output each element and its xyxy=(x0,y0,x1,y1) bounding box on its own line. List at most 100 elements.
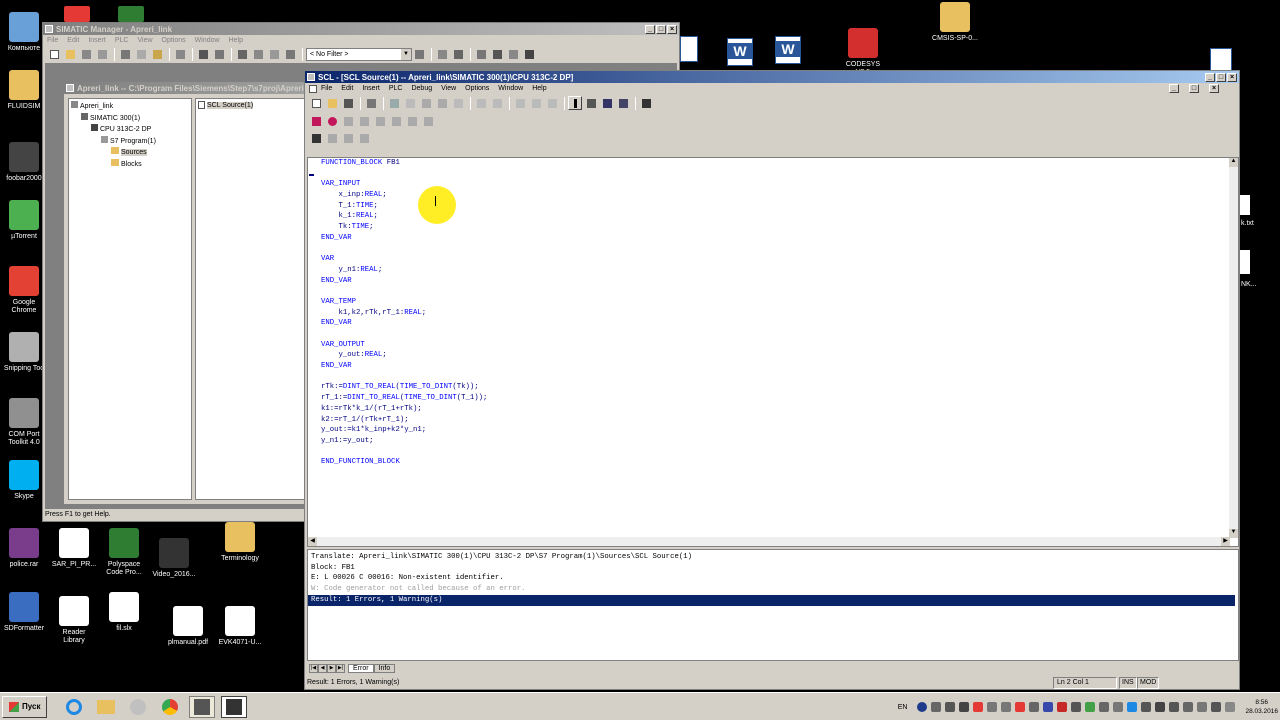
run-to-cursor-icon[interactable] xyxy=(421,114,435,128)
code-line[interactable]: END_VAR xyxy=(321,276,487,287)
scroll-down-arrow[interactable]: ▼ xyxy=(1229,529,1238,538)
redo-icon[interactable] xyxy=(403,96,417,110)
desktop-shortcut[interactable]: Terminology xyxy=(217,522,263,563)
help-icon[interactable] xyxy=(639,96,653,110)
code-line[interactable] xyxy=(321,169,487,180)
doc-minimize-button[interactable]: _ xyxy=(1169,84,1179,93)
find-icon[interactable] xyxy=(474,96,488,110)
clock[interactable]: 8:56 28.03.2016 xyxy=(1245,698,1278,716)
network-icon[interactable] xyxy=(1155,702,1166,712)
breakpoint-icon[interactable] xyxy=(616,96,630,110)
doc-icon[interactable] xyxy=(309,84,317,93)
chrome-icon[interactable] xyxy=(157,696,183,718)
tab-nav-first[interactable]: |◀ xyxy=(309,664,318,673)
code-line[interactable]: k1:=rTk*k_1/(rT_1+rTk); xyxy=(321,404,487,415)
cut-icon[interactable] xyxy=(419,96,433,110)
tray-app-icon[interactable] xyxy=(1057,702,1068,712)
arrow-icon[interactable] xyxy=(931,702,942,712)
desktop-shortcut[interactable]: Компьюте xyxy=(1,12,47,53)
spreadsheet-icon[interactable] xyxy=(680,36,698,62)
tray-app-icon[interactable] xyxy=(1099,702,1110,712)
desktop-shortcut[interactable]: Snipping Too xyxy=(1,332,47,373)
tray-app-icon[interactable] xyxy=(1183,702,1194,712)
tray-app-icon[interactable] xyxy=(1015,702,1026,712)
menu-file[interactable]: File xyxy=(47,37,58,44)
monitor-icon[interactable] xyxy=(600,96,614,110)
menu-edit[interactable]: Edit xyxy=(341,85,353,92)
desktop-shortcut[interactable]: Google Chrome xyxy=(1,266,47,315)
error-line[interactable]: E: L 00026 C 00016: Non-existent identif… xyxy=(311,573,1235,584)
code-line[interactable]: VAR_OUTPUT xyxy=(321,340,487,351)
tree-item-station[interactable]: SIMATIC 300(1) xyxy=(71,112,189,125)
tray-app-icon[interactable] xyxy=(1211,702,1222,712)
window-arrange-icon[interactable] xyxy=(506,47,520,61)
new-icon[interactable] xyxy=(47,47,61,61)
menu-debug[interactable]: Debug xyxy=(411,85,432,92)
new-icon[interactable] xyxy=(309,96,323,110)
tab-error[interactable]: Error xyxy=(348,664,374,673)
word-doc-icon[interactable] xyxy=(1210,48,1232,72)
tab-nav-next[interactable]: ▶ xyxy=(327,664,336,673)
tab-nav-prev[interactable]: ◀ xyxy=(318,664,327,673)
desktop-shortcut[interactable]: Video_2016... xyxy=(151,538,197,579)
set-breakpoint-icon[interactable] xyxy=(325,114,339,128)
simatic-titlebar[interactable]: SIMATIC Manager - Apreri_link _ □ × xyxy=(43,23,679,35)
desktop-shortcut[interactable]: SAR_PI_PR... xyxy=(51,528,97,569)
horizontal-scrollbar[interactable]: ◀ ▶ xyxy=(308,537,1230,546)
prev-error-icon[interactable] xyxy=(529,96,543,110)
menu-plc[interactable]: PLC xyxy=(115,37,129,44)
doc-close-button[interactable]: × xyxy=(1209,84,1219,93)
tree-item-program[interactable]: S7 Program(1) xyxy=(71,135,189,148)
menu-insert[interactable]: Insert xyxy=(362,85,380,92)
menu-options[interactable]: Options xyxy=(162,37,186,44)
desktop-shortcut[interactable]: EVK4071-U... xyxy=(217,606,263,647)
desktop-shortcut[interactable]: Reader Library xyxy=(51,596,97,645)
online-icon[interactable] xyxy=(196,47,210,61)
scroll-left-arrow[interactable]: ◀ xyxy=(308,537,317,546)
step-into-icon[interactable] xyxy=(389,114,403,128)
menu-help[interactable]: Help xyxy=(532,85,546,92)
tray-app-icon[interactable] xyxy=(1029,702,1040,712)
code-line[interactable] xyxy=(321,244,487,255)
goto-icon[interactable] xyxy=(513,96,527,110)
vertical-scrollbar[interactable]: ▲ ▼ xyxy=(1229,158,1238,538)
word-doc-icon[interactable]: W xyxy=(727,38,753,66)
open-icon[interactable] xyxy=(63,47,77,61)
pdf-icon[interactable] xyxy=(64,6,90,22)
breakpoint-active-icon[interactable] xyxy=(357,114,371,128)
tray-app-icon[interactable] xyxy=(1085,702,1096,712)
insert-template-icon[interactable] xyxy=(341,131,355,145)
configure-network-icon[interactable] xyxy=(451,47,465,61)
code-area[interactable]: FUNCTION_BLOCK FB1 VAR_INPUT x_inp:REAL; … xyxy=(321,158,487,468)
window-tile-icon[interactable] xyxy=(490,47,504,61)
insert-call-icon[interactable] xyxy=(357,131,371,145)
desktop-file-fragment[interactable] xyxy=(1240,250,1250,274)
code-line[interactable]: rT_1:=DINT_TO_REAL(TIME_TO_DINT(T_1)); xyxy=(321,393,487,404)
start-button[interactable]: Пуск xyxy=(2,695,48,718)
minimize-button[interactable]: _ xyxy=(645,24,655,34)
tab-info[interactable]: Info xyxy=(373,664,396,673)
desktop-shortcut[interactable]: FLUIDSIM xyxy=(1,70,47,111)
code-line[interactable]: k_1:REAL; xyxy=(321,211,487,222)
code-line[interactable]: END_FUNCTION_BLOCK xyxy=(321,457,487,468)
code-line[interactable]: y_n1:REAL; xyxy=(321,265,487,276)
compile-all-icon[interactable] xyxy=(584,96,598,110)
download-icon[interactable] xyxy=(173,47,187,61)
menu-file[interactable]: File xyxy=(321,85,332,92)
small-icons-icon[interactable] xyxy=(251,47,265,61)
close-button[interactable]: × xyxy=(667,24,677,34)
explorer-icon[interactable] xyxy=(93,696,119,718)
desktop-shortcut[interactable]: Polyspace Code Pro... xyxy=(101,528,147,577)
menu-help[interactable]: Help xyxy=(229,37,243,44)
warning-line[interactable]: W: Code generator not called because of … xyxy=(311,584,1235,595)
menu-plc[interactable]: PLC xyxy=(389,85,403,92)
details-view-icon[interactable] xyxy=(283,47,297,61)
desktop-file-fragment[interactable] xyxy=(1240,195,1250,215)
accessible-nodes-icon[interactable] xyxy=(79,47,93,61)
code-line[interactable]: y_out:=k1*k_inp+k2*y_n1; xyxy=(321,425,487,436)
desktop-shortcut[interactable]: foobar2000 xyxy=(1,142,47,183)
delete-breakpoint-icon[interactable] xyxy=(341,114,355,128)
open-icon[interactable] xyxy=(325,96,339,110)
code-line[interactable]: VAR xyxy=(321,254,487,265)
scroll-up-arrow[interactable]: ▲ xyxy=(1229,158,1238,167)
